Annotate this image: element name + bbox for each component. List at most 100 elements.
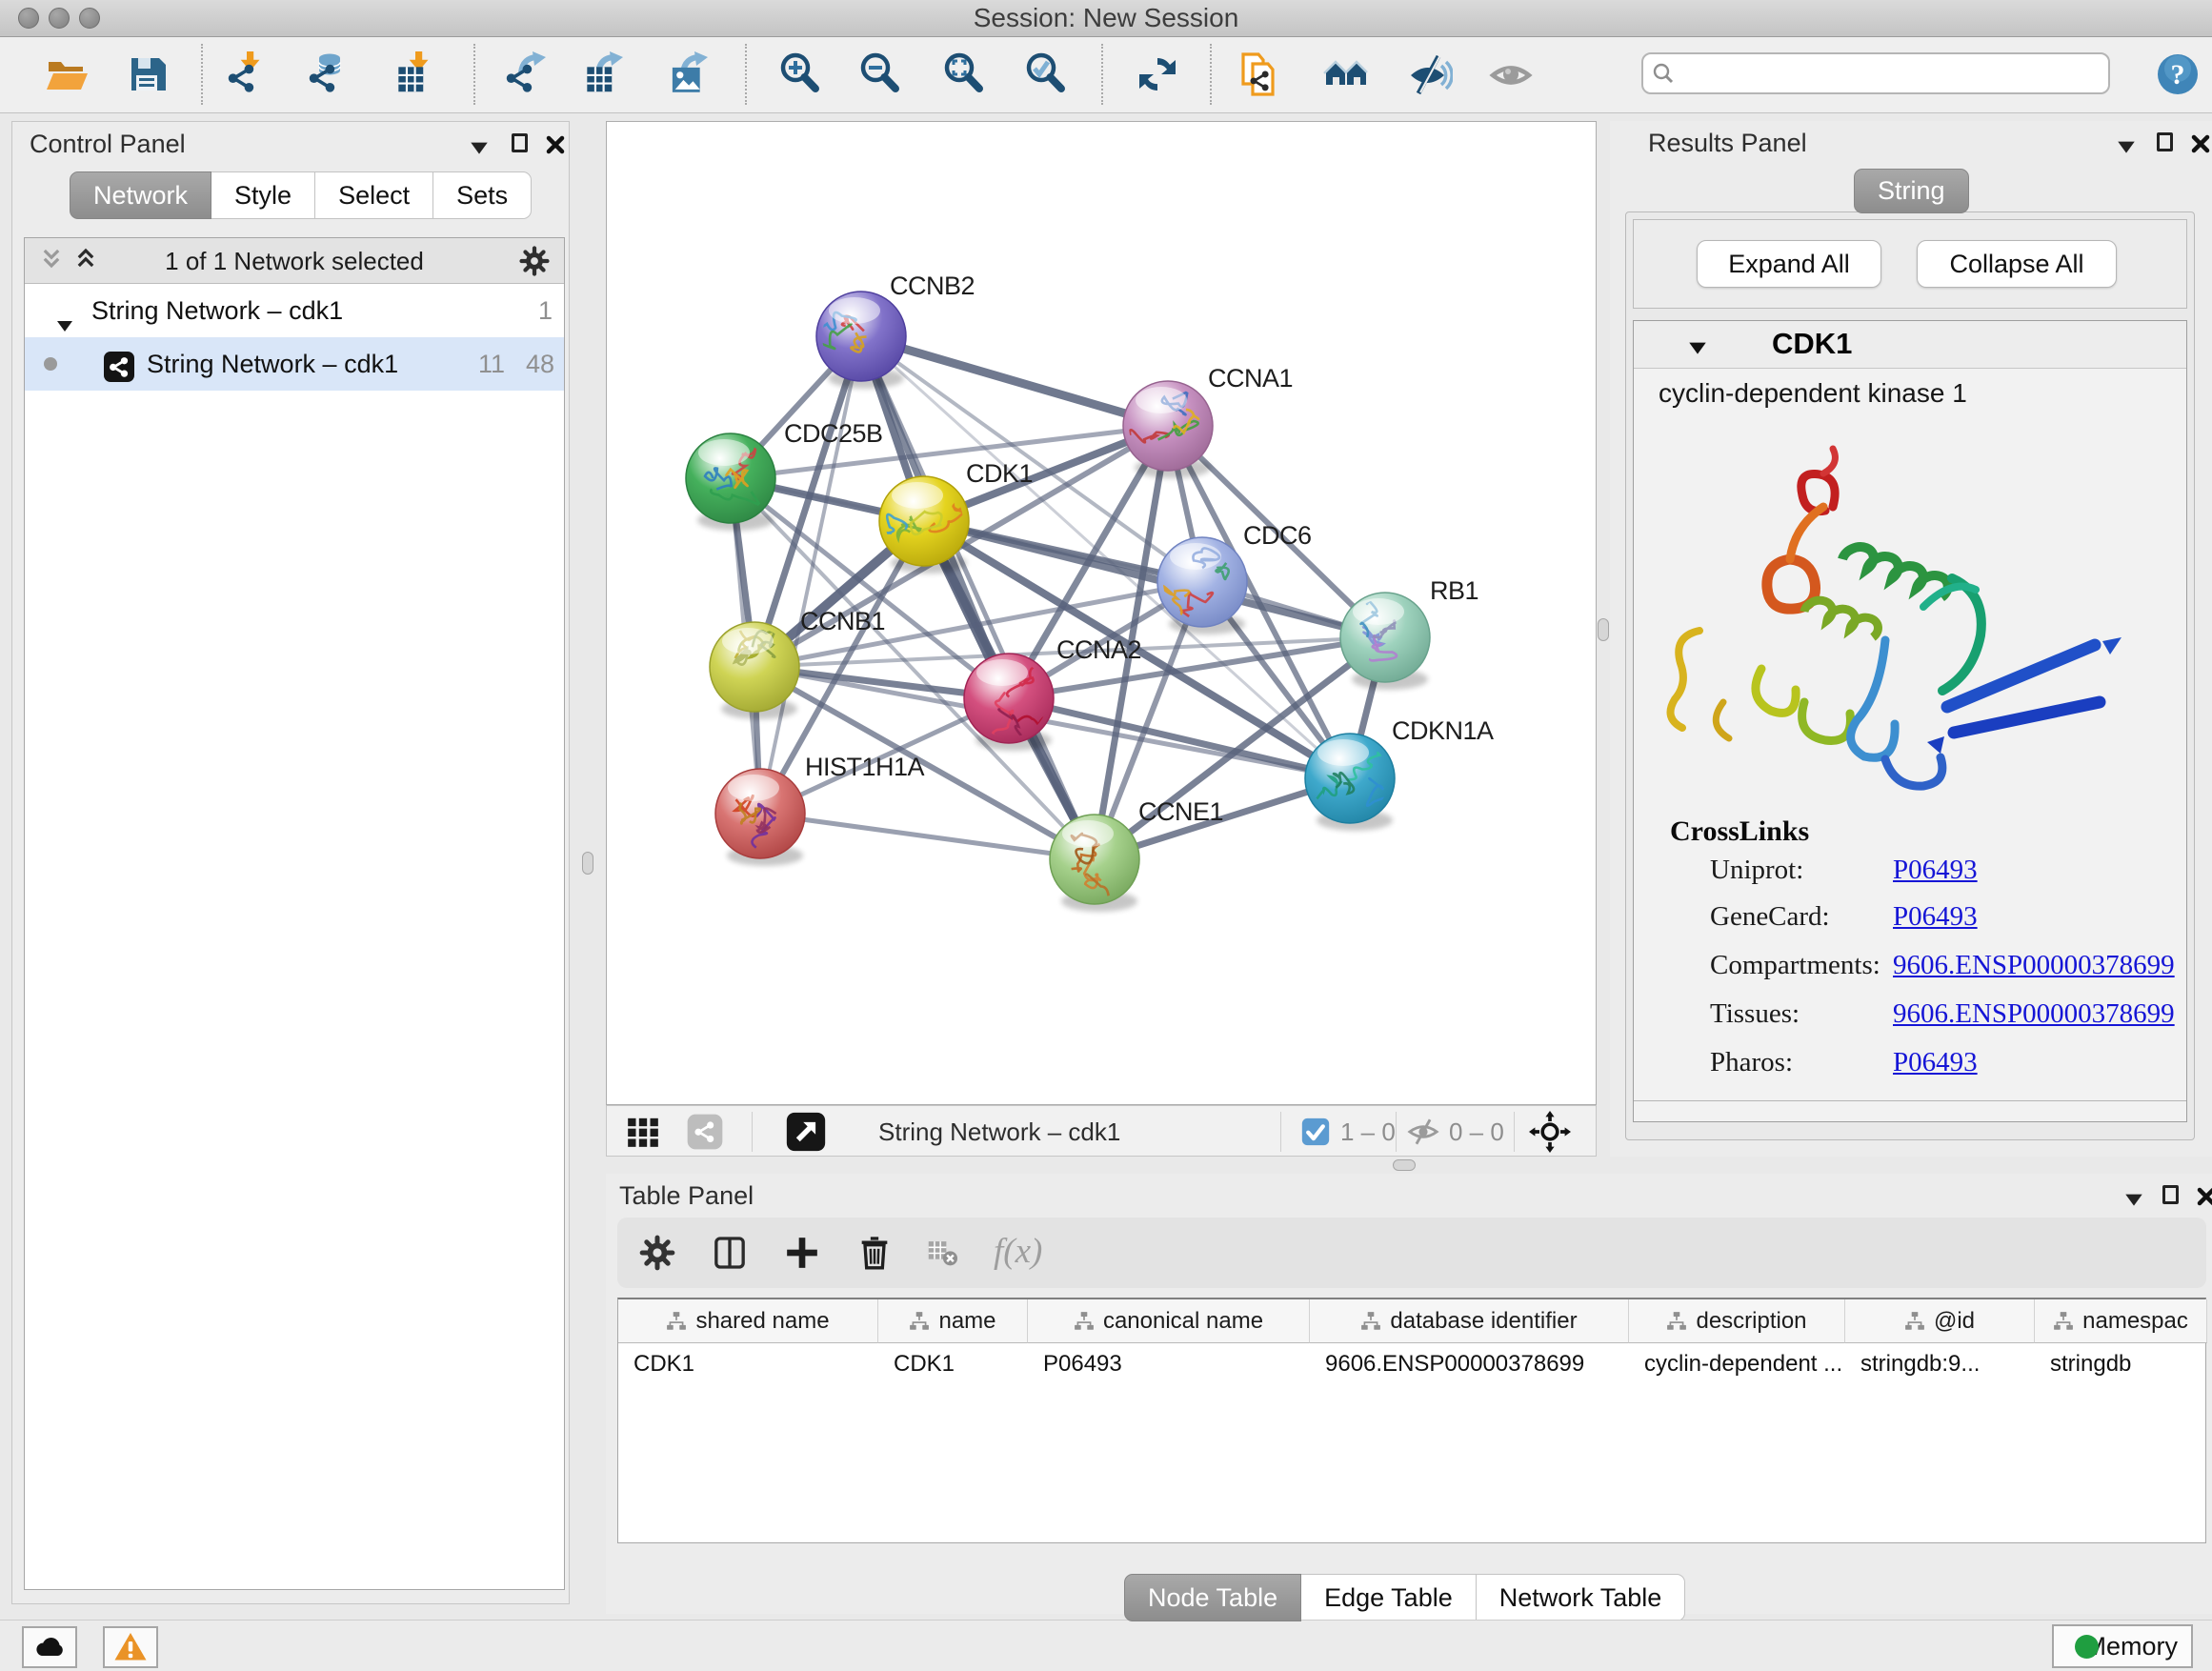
table-panel-close-icon[interactable] <box>2195 1185 2212 1208</box>
table-cell[interactable]: CDK1 <box>618 1343 878 1385</box>
create-column-icon[interactable] <box>783 1234 821 1272</box>
tab-string[interactable]: String <box>1854 169 1969 213</box>
help-icon[interactable]: ? <box>2155 51 2201 97</box>
table-cell[interactable]: P06493 <box>1028 1343 1310 1385</box>
column-header-canonical-name[interactable]: canonical name <box>1028 1299 1310 1343</box>
column-header-@id[interactable]: @id <box>1845 1299 2035 1343</box>
table-cell[interactable]: cyclin-dependent ... <box>1629 1343 1845 1385</box>
save-session-icon[interactable] <box>125 51 171 97</box>
column-header-description[interactable]: description <box>1629 1299 1845 1343</box>
control-panel-menu-icon[interactable] <box>468 135 491 158</box>
table-cell[interactable]: CDK1 <box>878 1343 1028 1385</box>
show-all-icon[interactable] <box>1488 51 1534 97</box>
tab-style[interactable]: Style <box>211 171 315 219</box>
gene-section: CDK1 cyclin-dependent kinase 1 <box>1633 320 2187 1122</box>
tab-network[interactable]: Network <box>70 171 211 219</box>
grid-mode-icon[interactable] <box>624 1113 662 1151</box>
edge-CCNB2-HIST1H1A[interactable] <box>760 336 861 814</box>
zoom-fit-icon[interactable] <box>941 51 987 97</box>
birds-eye-view-icon[interactable] <box>785 1111 827 1153</box>
results-panel-float-icon[interactable] <box>2157 132 2173 151</box>
results-panel-close-icon[interactable] <box>2189 132 2212 155</box>
delete-column-icon[interactable] <box>855 1234 894 1272</box>
crosslink-link[interactable]: 9606.ENSP00000378699 <box>1893 998 2175 1030</box>
network-node-CCNB2[interactable] <box>805 292 906 389</box>
edge-CCNB2-CCNA1[interactable] <box>861 336 1168 426</box>
column-header-namespac[interactable]: namespac <box>2035 1299 2207 1343</box>
crosslink-link[interactable]: P06493 <box>1893 1047 1978 1078</box>
network-node-RB1[interactable] <box>1340 593 1430 690</box>
table-cell[interactable]: 9606.ENSP00000378699 <box>1310 1343 1629 1385</box>
tab-node-table[interactable]: Node Table <box>1124 1574 1301 1621</box>
cloud-status-button[interactable] <box>22 1626 77 1668</box>
warning-icon <box>113 1630 148 1664</box>
column-header-database-identifier[interactable]: database identifier <box>1310 1299 1629 1343</box>
show-columns-icon[interactable] <box>711 1234 749 1272</box>
search-field[interactable] <box>1641 52 2110 94</box>
gene-section-header[interactable]: CDK1 <box>1634 321 2186 369</box>
warning-status-button[interactable] <box>103 1626 158 1668</box>
network-node-CDK1[interactable] <box>874 476 969 574</box>
network-view-canvas[interactable]: CCNB2CCNA1CDC25BCDK1CDC6RB1CCNB1CCNA2CDK… <box>606 121 1597 1105</box>
network-node-CDKN1A[interactable] <box>1305 734 1395 831</box>
hide-selected-icon[interactable] <box>1407 51 1453 97</box>
control-panel-close-icon[interactable] <box>544 133 567 156</box>
network-tree-item[interactable]: String Network – cdk1 1 <box>25 284 564 337</box>
import-network-database-icon[interactable] <box>305 51 351 97</box>
network-options-gear-icon[interactable] <box>518 245 551 277</box>
network-node-CCNA1[interactable] <box>1123 381 1213 478</box>
gene-collapse-icon[interactable] <box>1686 335 1709 358</box>
memory-button[interactable]: Memory <box>2052 1624 2193 1668</box>
crosslink-link[interactable]: P06493 <box>1893 855 1978 886</box>
table-panel-float-icon[interactable] <box>2162 1185 2179 1204</box>
network-node-CCNE1[interactable] <box>1050 815 1139 916</box>
hidden-count-eye-icon[interactable] <box>1407 1116 1439 1148</box>
network-node-HIST1H1A[interactable] <box>715 769 805 866</box>
column-header-shared-name[interactable]: shared name <box>618 1299 878 1343</box>
network-document-icon[interactable] <box>1237 51 1282 97</box>
tab-sets[interactable]: Sets <box>432 171 532 219</box>
table-settings-gear-icon[interactable] <box>638 1234 676 1272</box>
network-share-icon[interactable] <box>686 1113 724 1151</box>
apply-layout-icon[interactable] <box>1135 51 1180 97</box>
results-panel: Results Panel String Expand All Collapse… <box>1610 121 2212 1157</box>
table-row[interactable]: CDK1CDK1P064939606.ENSP00000378699cyclin… <box>618 1343 2207 1385</box>
selected-count-checkbox-icon[interactable] <box>1299 1116 1332 1148</box>
network-node-CDC6[interactable] <box>1157 537 1247 634</box>
toolbar-separator <box>1101 44 1103 105</box>
crosslink-link[interactable]: P06493 <box>1893 901 1978 933</box>
fit-content-crosshair-icon[interactable] <box>1529 1111 1571 1153</box>
node-label-CCNB2: CCNB2 <box>890 272 975 300</box>
tab-select[interactable]: Select <box>314 171 433 219</box>
collapse-all-button[interactable]: Collapse All <box>1917 240 2117 288</box>
tab-edge-table[interactable]: Edge Table <box>1300 1574 1477 1621</box>
first-neighbors-icon[interactable] <box>1323 51 1369 97</box>
results-panel-menu-icon[interactable] <box>2115 134 2138 157</box>
import-table-icon[interactable] <box>392 51 438 97</box>
control-panel-float-icon[interactable] <box>512 133 528 152</box>
tab-network-table[interactable]: Network Table <box>1476 1574 1686 1621</box>
crosslink-link[interactable]: 9606.ENSP00000378699 <box>1893 950 2175 981</box>
zoom-selected-icon[interactable] <box>1023 51 1069 97</box>
table-panel-menu-icon[interactable] <box>2122 1187 2145 1210</box>
column-header-name[interactable]: name <box>878 1299 1028 1343</box>
bottom-splitter-handle[interactable] <box>1393 1159 1416 1171</box>
export-table-icon[interactable] <box>579 51 625 97</box>
table-cell[interactable]: stringdb:9... <box>1845 1343 2035 1385</box>
network-node-CCNB1[interactable] <box>710 616 799 720</box>
zoom-out-icon[interactable] <box>857 51 903 97</box>
left-splitter-handle[interactable] <box>582 852 593 875</box>
network-tree-item[interactable]: String Network – cdk1 11 48 <box>25 337 564 391</box>
edge-HIST1H1A-CCNE1[interactable] <box>760 814 1095 859</box>
network-node-CDC25B[interactable] <box>686 433 775 531</box>
memory-status-dot <box>2075 1635 2099 1659</box>
expand-all-button[interactable]: Expand All <box>1697 240 1881 288</box>
export-network-icon[interactable] <box>502 51 548 97</box>
export-image-icon[interactable] <box>664 51 710 97</box>
search-input[interactable] <box>1681 56 2104 92</box>
open-session-icon[interactable] <box>44 51 90 97</box>
right-splitter-handle[interactable] <box>1598 618 1609 641</box>
zoom-in-icon[interactable] <box>777 51 823 97</box>
table-cell[interactable]: stringdb <box>2035 1343 2207 1385</box>
import-network-file-icon[interactable] <box>224 51 270 97</box>
